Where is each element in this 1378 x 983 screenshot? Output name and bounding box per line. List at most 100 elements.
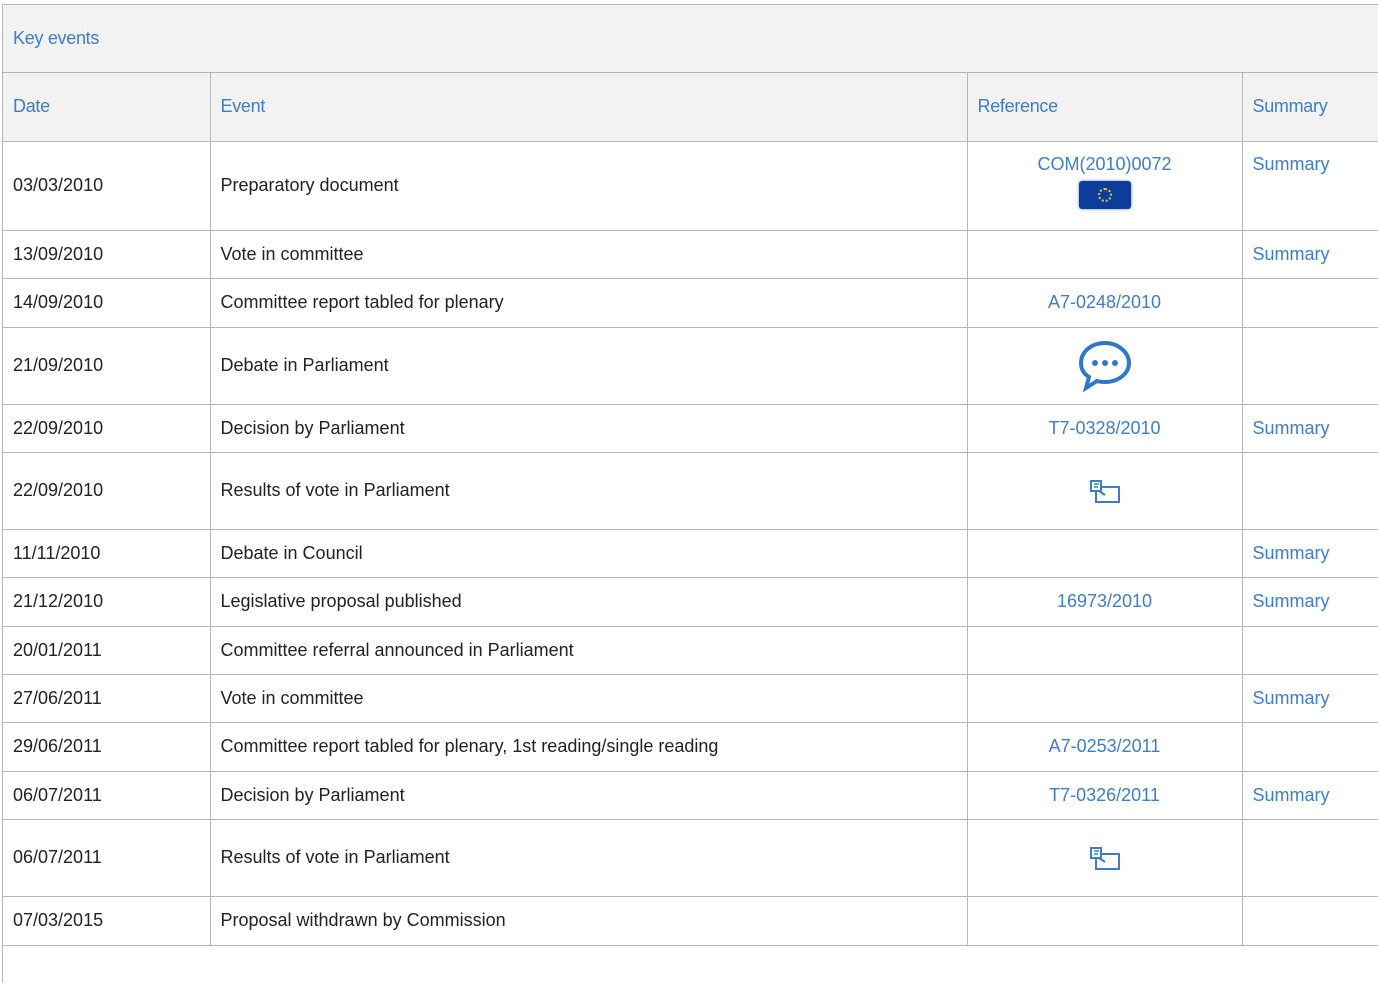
cell-event: Debate in Parliament xyxy=(210,327,968,405)
eu-flag-icon[interactable] xyxy=(1078,180,1131,209)
table-row: 27/06/2011 Vote in committee Summary xyxy=(3,674,1378,723)
cell-event: Legislative proposal published xyxy=(210,577,968,627)
key-events-panel: Key events Date Event Reference Summary … xyxy=(2,4,1378,983)
table-row: 06/07/2011 Results of vote in Parliament xyxy=(3,819,1378,897)
table-row: 21/09/2010 Debate in Parliament xyxy=(3,327,1378,405)
summary-link[interactable]: Summary xyxy=(1253,785,1330,805)
cell-reference: T7-0328/2010 xyxy=(967,404,1243,453)
reference-stack: T7-0326/2011 xyxy=(968,785,1242,806)
cell-date: 22/09/2010 xyxy=(3,404,211,453)
cell-reference xyxy=(967,327,1243,405)
cell-event: Decision by Parliament xyxy=(210,771,968,820)
cell-reference xyxy=(967,626,1243,675)
reference-stack xyxy=(968,844,1242,872)
cell-event: Proposal withdrawn by Commission xyxy=(210,896,968,946)
cell-summary: Summary xyxy=(1242,577,1378,627)
column-header-event[interactable]: Event xyxy=(210,73,968,142)
cell-summary xyxy=(1242,896,1378,946)
speech-bubble-icon[interactable] xyxy=(1078,340,1132,392)
table-row: 03/03/2010 Preparatory document COM(2010)0… xyxy=(3,141,1378,231)
cell-event: Committee report tabled for plenary, 1st… xyxy=(210,722,968,772)
panel-header: Key events xyxy=(3,5,1378,73)
summary-link[interactable]: Summary xyxy=(1253,591,1330,611)
reference-link[interactable]: A7-0248/2010 xyxy=(1048,292,1161,313)
table-row: 06/07/2011 Decision by Parliament T7-0326/… xyxy=(3,771,1378,820)
cell-date: 13/09/2010 xyxy=(3,230,211,279)
table-row: 29/06/2011 Committee report tabled for pl… xyxy=(3,722,1378,772)
cell-reference xyxy=(967,230,1243,279)
cell-summary: Summary xyxy=(1242,230,1378,279)
summary-link[interactable]: Summary xyxy=(1253,154,1330,174)
cell-reference xyxy=(967,896,1243,946)
cell-summary xyxy=(1242,278,1378,328)
cell-summary: Summary xyxy=(1242,404,1378,453)
reference-stack xyxy=(968,477,1242,505)
reference-stack: A7-0253/2011 xyxy=(968,736,1242,757)
cell-reference: COM(2010)0072 xyxy=(967,141,1243,231)
cell-event: Committee report tabled for plenary xyxy=(210,278,968,328)
column-header-date[interactable]: Date xyxy=(3,73,211,142)
key-events-table: Date Event Reference Summary 03/03/2010 P… xyxy=(3,73,1378,946)
cell-date: 06/07/2011 xyxy=(3,771,211,820)
cell-date: 20/01/2011 xyxy=(3,626,211,675)
cell-event: Decision by Parliament xyxy=(210,404,968,453)
reference-link[interactable]: T7-0326/2011 xyxy=(1049,785,1160,806)
cell-date: 27/06/2011 xyxy=(3,674,211,723)
cell-event: Preparatory document xyxy=(210,141,968,231)
reference-link[interactable]: COM(2010)0072 xyxy=(1037,154,1171,175)
cell-date: 11/11/2010 xyxy=(3,529,211,578)
cell-summary: Summary xyxy=(1242,141,1378,231)
cell-event: Vote in committee xyxy=(210,674,968,723)
column-header-reference[interactable]: Reference xyxy=(967,73,1243,142)
cell-reference xyxy=(967,819,1243,897)
reference-stack: COM(2010)0072 xyxy=(968,154,1242,209)
cell-summary xyxy=(1242,722,1378,772)
cell-summary xyxy=(1242,327,1378,405)
reference-stack: T7-0328/2010 xyxy=(968,418,1242,439)
cell-event: Results of vote in Parliament xyxy=(210,452,968,530)
reference-link[interactable]: 16973/2010 xyxy=(1057,591,1152,612)
table-row: 20/01/2011 Committee referral announced i… xyxy=(3,626,1378,675)
cell-date: 14/09/2010 xyxy=(3,278,211,328)
table-row: 14/09/2010 Committee report tabled for pl… xyxy=(3,278,1378,328)
cell-summary: Summary xyxy=(1242,771,1378,820)
panel-title[interactable]: Key events xyxy=(13,28,99,49)
cell-event: Results of vote in Parliament xyxy=(210,819,968,897)
table-row: 21/12/2010 Legislative proposal published… xyxy=(3,577,1378,627)
cell-date: 21/12/2010 xyxy=(3,577,211,627)
cell-reference xyxy=(967,452,1243,530)
reference-stack: 16973/2010 xyxy=(968,591,1242,612)
summary-link[interactable]: Summary xyxy=(1253,543,1330,563)
reference-stack: A7-0248/2010 xyxy=(968,292,1242,313)
ballot-vote-icon[interactable] xyxy=(1088,844,1122,872)
table-row: 22/09/2010 Decision by Parliament T7-0328/… xyxy=(3,404,1378,453)
cell-date: 07/03/2015 xyxy=(3,896,211,946)
reference-link[interactable]: T7-0328/2010 xyxy=(1048,418,1160,439)
reference-link[interactable]: A7-0253/2011 xyxy=(1049,736,1161,757)
cell-date: 29/06/2011 xyxy=(3,722,211,772)
table-row: 07/03/2015 Proposal withdrawn by Commissi… xyxy=(3,896,1378,946)
cell-reference: 16973/2010 xyxy=(967,577,1243,627)
ballot-vote-icon[interactable] xyxy=(1088,477,1122,505)
cell-summary: Summary xyxy=(1242,674,1378,723)
summary-link[interactable]: Summary xyxy=(1253,418,1330,438)
summary-link[interactable]: Summary xyxy=(1253,244,1330,264)
cell-date: 21/09/2010 xyxy=(3,327,211,405)
cell-reference xyxy=(967,674,1243,723)
table-row: 22/09/2010 Results of vote in Parliament xyxy=(3,452,1378,530)
eu-stars-ring xyxy=(1097,187,1112,202)
cell-event: Committee referral announced in Parliame… xyxy=(210,626,968,675)
cell-reference: T7-0326/2011 xyxy=(967,771,1243,820)
cell-summary xyxy=(1242,626,1378,675)
cell-summary xyxy=(1242,819,1378,897)
cell-event: Debate in Council xyxy=(210,529,968,578)
cell-reference xyxy=(967,529,1243,578)
summary-link[interactable]: Summary xyxy=(1253,688,1330,708)
cell-date: 22/09/2010 xyxy=(3,452,211,530)
cell-event: Vote in committee xyxy=(210,230,968,279)
cell-reference: A7-0248/2010 xyxy=(967,278,1243,328)
table-row: 11/11/2010 Debate in Council Summary xyxy=(3,529,1378,578)
table-header-row: Date Event Reference Summary xyxy=(3,73,1378,142)
column-header-summary[interactable]: Summary xyxy=(1242,73,1378,142)
table-row: 13/09/2010 Vote in committee Summary xyxy=(3,230,1378,279)
